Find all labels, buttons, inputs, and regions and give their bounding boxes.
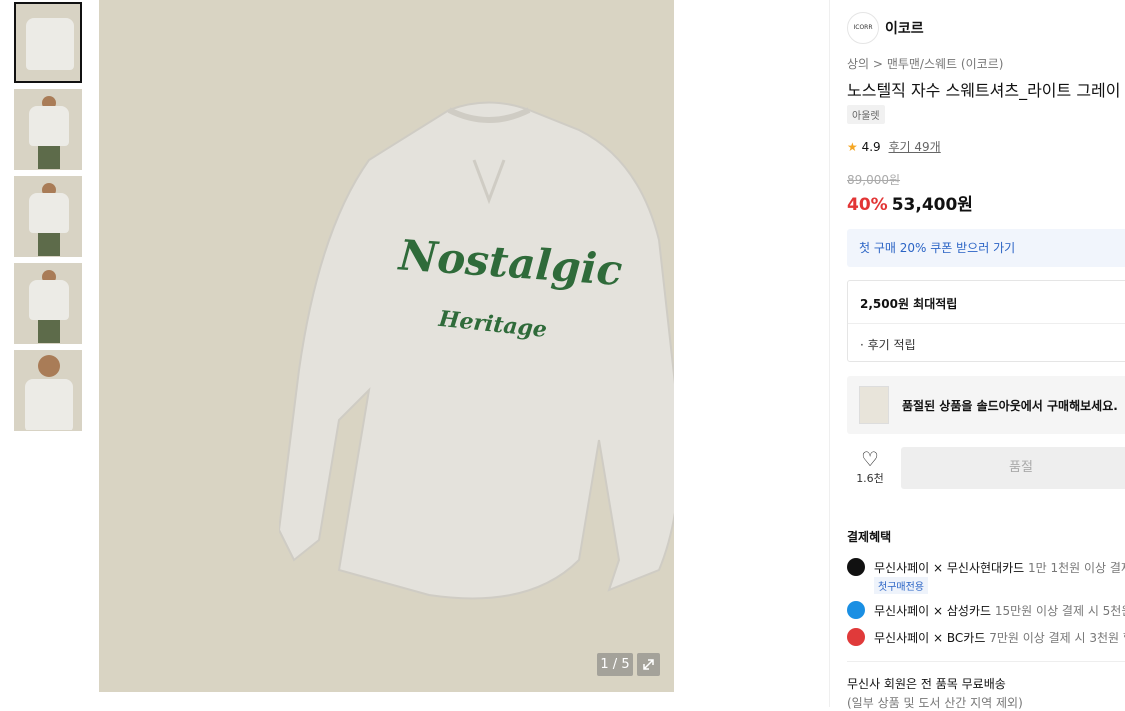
- max-points: 2,500원 최대적립: [860, 297, 958, 311]
- review-points[interactable]: · 후기 적립: [860, 336, 916, 353]
- thumbnail-3[interactable]: [14, 176, 82, 257]
- brand-name[interactable]: 이코르: [885, 18, 924, 38]
- reviews-link[interactable]: 후기 49개: [889, 140, 941, 154]
- brand-logo[interactable]: ICORR: [847, 12, 879, 44]
- star-icon: ★: [847, 140, 858, 154]
- free-shipping-text: 무신사 회원은 전 품목 무료배송: [847, 677, 1006, 691]
- divider: [847, 661, 1125, 662]
- musinsa-card-icon: [847, 558, 865, 576]
- payment-benefits-title: 결제혜택: [847, 530, 892, 544]
- original-price: 89,000원: [847, 173, 901, 187]
- samsung-card-icon: [847, 601, 865, 619]
- soldout-thumbnail: [859, 386, 889, 424]
- soldout-banner[interactable]: 품절된 상품을 솔드아웃에서 구매해보세요.: [847, 376, 1125, 434]
- price-value: 53,400원: [891, 195, 973, 215]
- main-product-image: Nostalgic Heritage 1 / 5: [99, 0, 674, 692]
- thumbnail-5[interactable]: [14, 350, 82, 431]
- soldout-text: 품절된 상품을 솔드아웃에서 구매해보세요.: [902, 399, 1118, 413]
- shipping-exclusion-text: (일부 상품 및 도서 산간 지역 제외): [847, 696, 1023, 710]
- breadcrumb: 상의 > 맨투맨/스웨트 (이코르): [847, 55, 1003, 72]
- points-box: 2,500원 최대적립 · 후기 적립: [847, 280, 1125, 362]
- like-count: 1.6천: [856, 472, 884, 485]
- product-title: 노스텔직 자수 스웨트셔츠_라이트 그레이: [847, 81, 1121, 100]
- coupon-banner[interactable]: 첫 구매 20% 쿠폰 받으러 가기: [847, 229, 1125, 267]
- benefit-text: 무신사페이 × 무신사현대카드: [874, 561, 1025, 575]
- sweatshirt-illustration: Nostalgic Heritage: [279, 101, 674, 600]
- benefit-text: 무신사페이 × BC카드: [874, 631, 986, 645]
- heart-icon: ♡: [861, 447, 879, 471]
- divider: [848, 323, 1125, 324]
- benefit-text: 무신사페이 × 삼성카드: [874, 604, 992, 618]
- soldout-button[interactable]: 품절: [901, 447, 1125, 489]
- image-pager: 1 / 5: [597, 653, 633, 676]
- first-purchase-tag: 첫구매전용: [874, 577, 928, 594]
- like-button[interactable]: ♡ 1.6천: [847, 448, 893, 486]
- discount-rate: 40%: [847, 195, 888, 215]
- thumbnail-4[interactable]: [14, 263, 82, 344]
- breadcrumb-separator: >: [872, 57, 883, 71]
- thumbnail-2[interactable]: [14, 89, 82, 170]
- breadcrumb-top[interactable]: 상의: [847, 57, 869, 71]
- benefit-detail: 15만원 이상 결제 시 5천원: [991, 604, 1125, 618]
- thumbnail-1[interactable]: [14, 2, 82, 83]
- breadcrumb-sweat[interactable]: 맨투맨/스웨트 (이코르): [887, 57, 1004, 71]
- sale-price: 40% 53,400원: [847, 190, 973, 215]
- thumbnail-list: [14, 2, 84, 437]
- benefit-detail: 1만 1천원 이상 결제 시: [1027, 561, 1125, 575]
- rating-value: 4.9: [861, 140, 881, 154]
- outlet-badge: 아울렛: [847, 105, 885, 124]
- bc-card-icon: [847, 628, 865, 646]
- rating: ★ 4.9 후기 49개: [847, 138, 941, 155]
- product-info-panel: ICORR 이코르 상의 > 맨투맨/스웨트 (이코르) 노스텔직 자수 스웨트…: [829, 0, 1125, 710]
- benefit-detail: 7만원 이상 결제 시 3천원 할: [985, 631, 1125, 645]
- expand-icon[interactable]: [637, 653, 660, 676]
